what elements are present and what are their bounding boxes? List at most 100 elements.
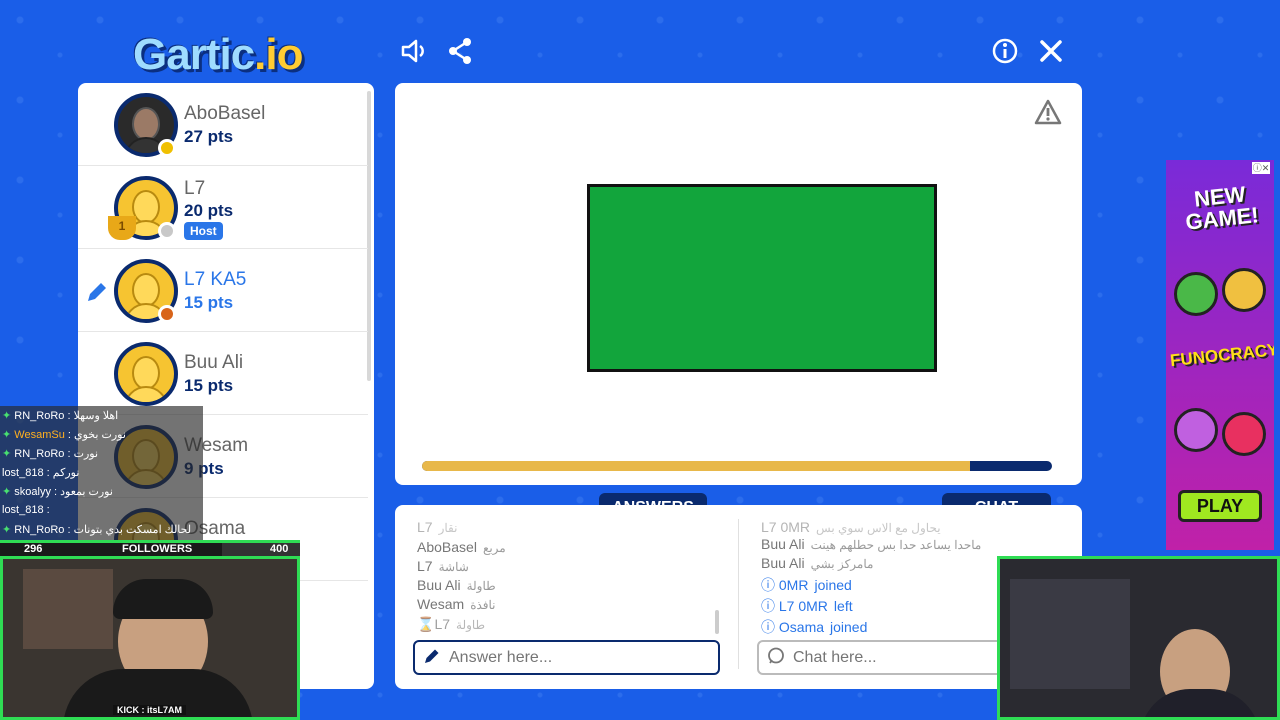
ad-title: FUNOCRACY [1169,339,1274,371]
answer-field[interactable] [413,640,720,675]
chat-user: Buu Ali [761,536,805,552]
chat-system-item: ⓘ 0MR joined [761,575,852,595]
pencil-icon [84,279,110,312]
stream-chat-line: ✦ RN_RoRo : نورت [2,448,99,460]
background-shelf [23,569,113,649]
player-row[interactable]: Buu Ali 15 pts [78,332,368,415]
chat-system-item: ⓘ Osama joined [761,617,867,637]
followers-current: 296 [24,543,43,555]
answer-text: مربع [482,541,506,555]
answer-user: L7 [417,558,433,574]
stream-chat-text: نوركم [52,467,80,479]
followers-label: FOLLOWERS [122,543,193,555]
panel-divider [738,519,739,669]
ad-play-button[interactable]: PLAY [1178,490,1262,522]
background-shelf [1010,579,1130,689]
chat-item: Buu Ali مامركز بشي [761,555,873,571]
drawn-rectangle [587,184,937,372]
stream-chat-user: RN_RoRo [14,448,65,460]
ad-character-icon [1174,272,1218,316]
answer-item: L7 نقار [417,519,457,535]
followers-goal: 400 [270,543,289,555]
stream-chat-line: ✦ skoalyy : نورت بمعود [2,486,113,498]
chat-item: Buu Ali ماحدا يساعد حدا بس حطلهم هينت [761,536,981,552]
chat-text: يحاول مع الاس سوي بس [816,521,941,535]
answer-text: طاولة [466,579,496,593]
drawing-canvas[interactable] [395,83,1082,485]
player-row[interactable]: 1 L7 20 pts Host [78,166,368,249]
stream-chat-user: skoalyy [14,486,51,498]
info-icon[interactable] [989,36,1021,68]
chat-system-item: ⓘ L7 0MR left [761,596,853,616]
answer-text: نقار [438,521,458,535]
chat-text: left [833,598,853,614]
logo-suffix: .io [254,30,303,79]
messages-panel: L7 نقار AboBasel مربع L7 شاشة Buu Ali طاولة … [395,505,1082,689]
chat-text: joined [814,577,852,593]
stream-chat-line: ✦ WesamSu : نورت بخوي [2,429,126,441]
stream-chat-user: lost_818 [2,467,44,479]
host-label: Host [190,224,217,238]
answer-user: L7 [434,616,451,632]
chat-user: L7 0MR [761,519,811,535]
player-row[interactable]: AboBasel 27 pts [78,83,368,166]
chat-user: L7 0MR [778,598,828,614]
chat-user: Osama [778,619,825,635]
chat-text: joined [830,619,868,635]
answer-input[interactable] [449,648,669,668]
streamer-cap [113,579,213,619]
chat-user: Buu Ali [761,555,805,571]
info-icon: ⓘ [761,619,779,635]
stream-chat-user: RN_RoRo [14,410,65,422]
badge-icon: ✦ [2,429,15,441]
answers-scrollbar[interactable] [715,610,719,634]
player-name: L7 KA5 [184,269,247,290]
share-icon[interactable] [444,36,476,68]
answer-user: AboBasel [417,539,477,555]
answer-text: نافذة [470,598,496,612]
stream-chat-text: اهلا وسهلا [73,410,119,422]
badge-icon: ✦ [2,524,15,536]
badge-icon: ✦ [2,410,15,422]
report-warning-icon[interactable] [1034,99,1062,132]
player-row[interactable]: L7 KA5 15 pts [78,249,368,332]
advertisement[interactable]: ⓘ✕ NEW GAME! FUNOCRACY PLAY [1166,160,1274,550]
status-dot [158,222,176,240]
answer-user: Wesam [417,596,465,612]
stream-chat-text: نورت بخوي [74,429,126,441]
host-badge: Host [184,222,223,240]
guest-body [1140,689,1260,717]
answer-item: AboBasel مربع [417,539,506,555]
stream-chat-user: WesamSu [14,429,65,441]
chat-input[interactable] [793,648,1013,668]
guest-webcam [997,556,1280,720]
answer-user: Buu Ali [417,577,461,593]
stream-chat-overlay: ✦ RN_RoRo : اهلا وسهلا ✦ WesamSu : نورت … [0,406,203,540]
answer-item: L7 شاشة [417,558,469,574]
avatar [114,342,178,406]
stream-chat-text: نورت [73,448,99,460]
streamer-webcam: KICK : itsL7AM [0,556,300,720]
player-name: Buu Ali [184,352,244,373]
ad-headline: NEW GAME! [1184,181,1260,235]
chat-field[interactable] [757,640,1017,675]
chat-text: ماحدا يساعد حدا بس حطلهم هينت [810,538,982,552]
ad-close-button[interactable]: ⓘ✕ [1252,162,1270,174]
chat-item: L7 0MR يحاول مع الاس سوي بس [761,519,941,535]
player-name: L7 [184,178,206,199]
channel-label: KICK : itsL7AM [113,705,186,715]
answer-item: Buu Ali طاولة [417,577,496,593]
speaker-icon[interactable] [398,36,430,68]
ad-character-icon [1222,268,1266,312]
stream-chat-line: ✦ RN_RoRo : لحالك امسكت بدي بتونات [2,524,192,536]
answer-user: L7 [417,519,433,535]
player-points: 15 pts [184,376,234,395]
chat-user: 0MR [778,577,809,593]
timer-bar [422,461,1052,471]
stream-chat-line: ✦ RN_RoRo : اهلا وسهلا [2,410,119,422]
player-points: 20 pts [184,201,234,220]
player-points: 27 pts [184,127,234,146]
close-icon[interactable] [1035,36,1067,68]
badge-icon: ✦ [2,486,15,498]
chat-bubble-icon [767,647,785,670]
